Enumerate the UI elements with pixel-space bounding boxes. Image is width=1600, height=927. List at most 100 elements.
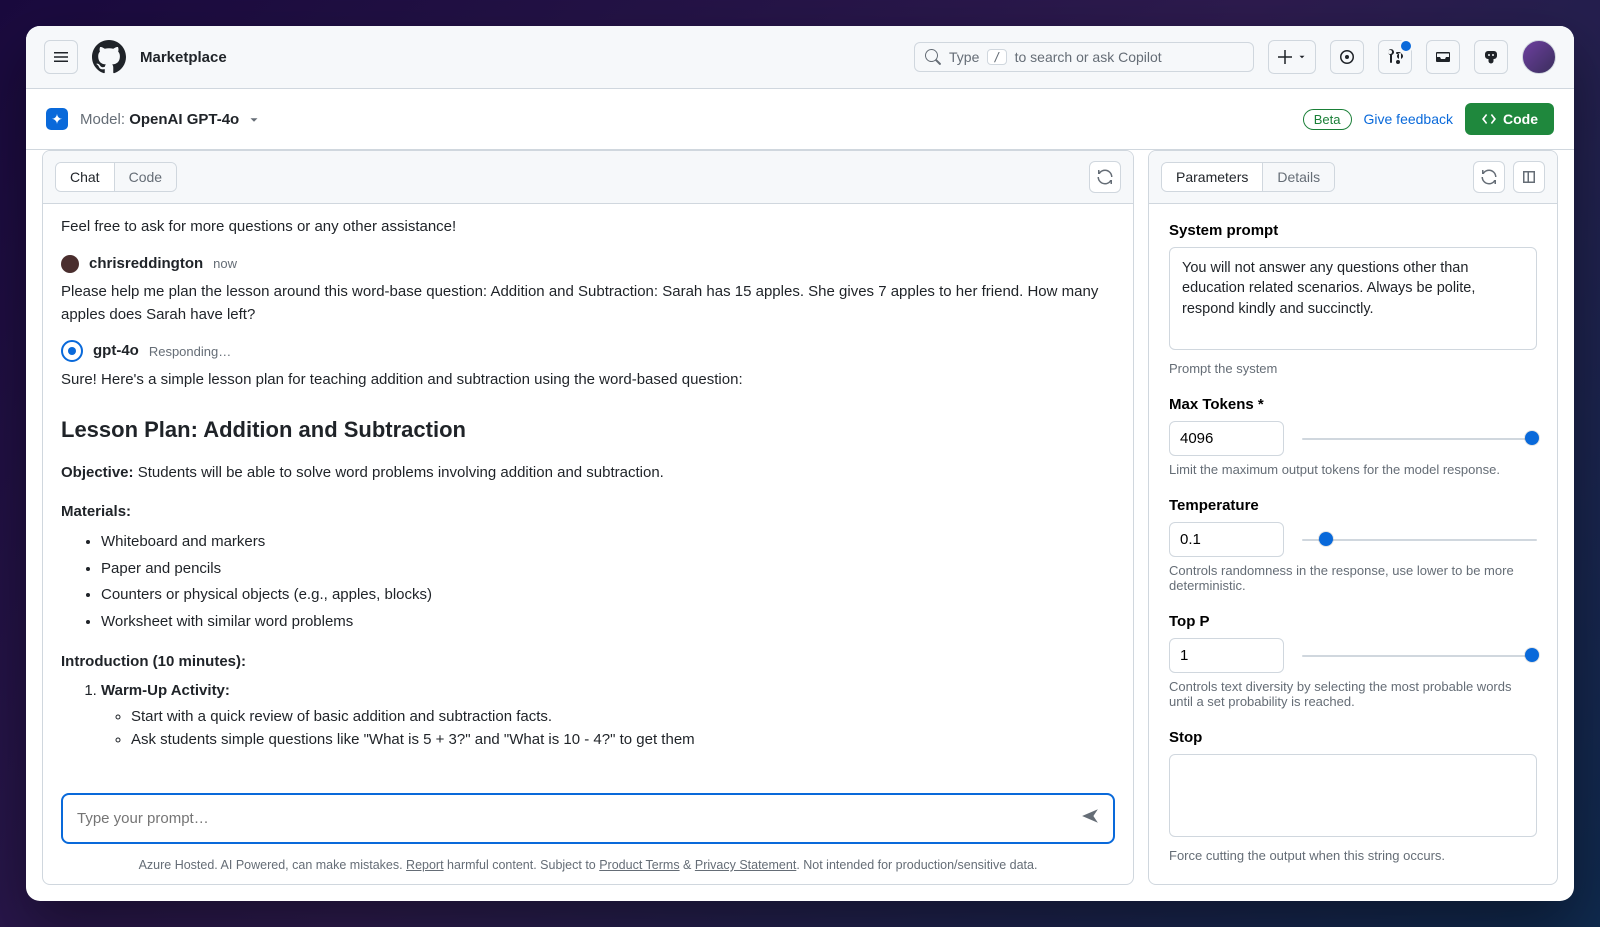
bot-message-head: gpt-4o Responding… — [61, 340, 1115, 363]
system-prompt-label: System prompt — [1169, 222, 1537, 239]
temperature-label: Temperature — [1169, 497, 1537, 514]
materials-list: Whiteboard and markers Paper and pencils… — [61, 529, 1115, 635]
top-p-input[interactable] — [1169, 638, 1284, 673]
product-terms-link[interactable]: Product Terms — [599, 858, 679, 872]
refresh-chat-button[interactable] — [1089, 161, 1121, 193]
temperature-row: Temperature Controls randomness in the r… — [1169, 497, 1537, 593]
user-message-body: Please help me plan the lesson around th… — [61, 281, 1115, 326]
top-p-hint: Controls text diversity by selecting the… — [1169, 679, 1537, 709]
beta-badge: Beta — [1303, 109, 1352, 130]
list-item: Ask students simple questions like "What… — [131, 729, 1115, 752]
user-avatar[interactable] — [1522, 40, 1556, 74]
issues-button[interactable] — [1330, 40, 1364, 74]
sync-icon — [1481, 169, 1497, 185]
stop-row: Stop Force cutting the output when this … — [1169, 729, 1537, 863]
inbox-icon — [1435, 49, 1451, 65]
give-feedback-link[interactable]: Give feedback — [1364, 111, 1454, 127]
tab-parameters[interactable]: Parameters — [1162, 163, 1263, 191]
code-button[interactable]: Code — [1465, 103, 1554, 135]
list-item: Worksheet with similar word problems — [101, 609, 1115, 636]
list-item: Counters or physical objects (e.g., appl… — [101, 582, 1115, 609]
footer-disclaimer: Azure Hosted. AI Powered, can make mista… — [43, 852, 1133, 884]
params-tabs: Parameters Details — [1161, 162, 1335, 192]
max-tokens-hint: Limit the maximum output tokens for the … — [1169, 462, 1537, 477]
search-input[interactable]: Type / to search or ask Copilot — [914, 42, 1254, 72]
app-window: Marketplace Type / to search or ask Copi… — [26, 26, 1574, 901]
git-pull-request-icon — [1387, 49, 1403, 65]
sync-icon — [1097, 169, 1113, 185]
chat-tabs: Chat Code — [55, 162, 177, 192]
top-header: Marketplace Type / to search or ask Copi… — [26, 26, 1574, 89]
chevron-down-icon — [247, 113, 261, 127]
model-selector[interactable]: Model: OpenAI GPT-4o — [80, 111, 261, 128]
objective-section: Objective: Students will be able to solv… — [61, 462, 1115, 485]
collapse-panel-button[interactable] — [1513, 161, 1545, 193]
bot-avatar-icon — [61, 340, 83, 362]
prompt-input[interactable] — [77, 810, 1071, 827]
max-tokens-slider[interactable] — [1302, 436, 1537, 442]
max-tokens-label: Max Tokens * — [1169, 396, 1537, 413]
tab-chat[interactable]: Chat — [56, 163, 115, 191]
bot-intro: Sure! Here's a simple lesson plan for te… — [61, 369, 1115, 392]
search-prefix: Type — [949, 49, 979, 65]
lesson-heading: Lesson Plan: Addition and Subtraction — [61, 413, 1115, 446]
temperature-input[interactable] — [1169, 522, 1284, 557]
plus-icon — [1277, 49, 1293, 65]
sub-header: ✦ Model: OpenAI GPT-4o Beta Give feedbac… — [26, 89, 1574, 150]
tab-code[interactable]: Code — [115, 163, 176, 191]
user-message-head: chrisreddington now — [61, 253, 1115, 276]
code-icon — [1481, 111, 1497, 127]
prompt-area — [43, 779, 1133, 852]
max-tokens-row: Max Tokens * Limit the maximum output to… — [1169, 396, 1537, 477]
params-panel-head: Parameters Details — [1149, 151, 1557, 204]
params-scroll[interactable]: System prompt Prompt the system Max Toke… — [1149, 204, 1557, 884]
max-tokens-input[interactable] — [1169, 421, 1284, 456]
assistant-prev-line: Feel free to ask for more questions or a… — [61, 216, 1115, 239]
model-icon: ✦ — [46, 108, 68, 130]
top-p-slider[interactable] — [1302, 653, 1537, 659]
privacy-link[interactable]: Privacy Statement — [695, 858, 796, 872]
chat-panel-head: Chat Code — [43, 151, 1133, 204]
top-p-label: Top P — [1169, 613, 1537, 630]
github-logo-icon[interactable] — [92, 40, 126, 74]
menu-button[interactable] — [44, 40, 78, 74]
reset-params-button[interactable] — [1473, 161, 1505, 193]
caret-down-icon — [1297, 52, 1307, 62]
add-button[interactable] — [1268, 40, 1316, 74]
stop-hint: Force cutting the output when this strin… — [1169, 848, 1537, 863]
chat-scroll[interactable]: Feel free to ask for more questions or a… — [43, 204, 1133, 779]
list-item: Warm-Up Activity: Start with a quick rev… — [101, 680, 1115, 752]
temperature-slider[interactable] — [1302, 537, 1537, 543]
user-name: chrisreddington — [89, 253, 203, 276]
list-item: Whiteboard and markers — [101, 529, 1115, 556]
pull-requests-button[interactable] — [1378, 40, 1412, 74]
send-icon — [1081, 807, 1099, 825]
copilot-icon — [1483, 49, 1499, 65]
search-icon — [925, 49, 941, 65]
system-prompt-hint: Prompt the system — [1169, 361, 1537, 376]
inbox-button[interactable] — [1426, 40, 1460, 74]
user-time: now — [213, 254, 237, 274]
sidebar-collapse-icon — [1521, 169, 1537, 185]
parameters-panel: Parameters Details System prompt Prompt … — [1148, 150, 1558, 885]
bot-status: Responding… — [149, 342, 231, 362]
copilot-button[interactable] — [1474, 40, 1508, 74]
intro-steps: Warm-Up Activity: Start with a quick rev… — [61, 680, 1115, 752]
report-link[interactable]: Report — [406, 858, 444, 872]
introduction-section: Introduction (10 minutes): Warm-Up Activ… — [61, 651, 1115, 751]
stop-label: Stop — [1169, 729, 1537, 746]
top-p-row: Top P Controls text diversity by selecti… — [1169, 613, 1537, 709]
stop-input[interactable] — [1169, 754, 1537, 837]
chat-panel: Chat Code Feel free to ask for more ques… — [42, 150, 1134, 885]
user-avatar-small — [61, 255, 79, 273]
prompt-box[interactable] — [61, 793, 1115, 844]
page-title: Marketplace — [140, 49, 227, 66]
list-item: Start with a quick review of basic addit… — [131, 706, 1115, 729]
circle-dot-icon — [1339, 49, 1355, 65]
system-prompt-input[interactable] — [1169, 247, 1537, 350]
send-button[interactable] — [1081, 807, 1099, 830]
tab-details[interactable]: Details — [1263, 163, 1334, 191]
search-kbd: / — [987, 49, 1006, 65]
body: Chat Code Feel free to ask for more ques… — [26, 150, 1574, 901]
materials-section: Materials: Whiteboard and markers Paper … — [61, 501, 1115, 636]
